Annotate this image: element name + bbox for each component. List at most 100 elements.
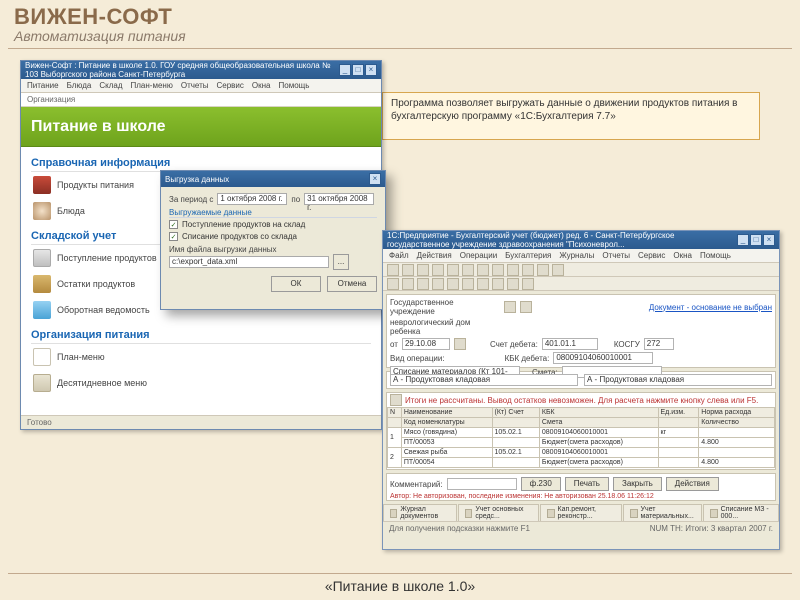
ok-button[interactable]: ОК — [271, 276, 321, 292]
date-to-input[interactable]: 31 октября 2008 г. — [304, 193, 374, 205]
app-window-1c: 1С:Предприятие - Бухгалтерский учет (бюд… — [382, 230, 780, 550]
toolbar-icon[interactable] — [522, 278, 534, 290]
toolbar-icon[interactable] — [492, 264, 504, 276]
date-input[interactable]: 29.10.08 — [402, 338, 450, 350]
maximize-button[interactable]: □ — [352, 64, 364, 76]
titlebar-1c[interactable]: 1С:Предприятие - Бухгалтерский учет (бюд… — [383, 231, 779, 249]
toolbar-icon[interactable] — [507, 264, 519, 276]
dialog-close-button[interactable]: × — [369, 173, 381, 185]
dialog-titlebar[interactable]: Выгрузка данных × — [161, 171, 385, 187]
toolbar-1c-2[interactable] — [383, 277, 779, 291]
menu-item[interactable]: Помощь — [279, 81, 310, 90]
org-label: Государственное учреждение — [390, 298, 500, 316]
menu-item[interactable]: Сервис — [638, 251, 665, 260]
tab-item[interactable]: Учет основных средс... — [458, 504, 539, 521]
toolbar-icon[interactable] — [477, 278, 489, 290]
toolbar-icon[interactable] — [492, 278, 504, 290]
toolbar-icon[interactable] — [402, 264, 414, 276]
toolbar-icon[interactable] — [522, 264, 534, 276]
comment-input[interactable] — [447, 478, 517, 490]
btn-icon[interactable] — [504, 301, 516, 313]
close-doc-button[interactable]: Закрыть — [613, 477, 662, 491]
th: КБК — [539, 408, 658, 418]
menu-item[interactable]: Помощь — [700, 251, 731, 260]
mol-from[interactable]: А - Продуктовая кладовая — [390, 374, 578, 386]
menu-item[interactable]: Действия — [417, 251, 452, 260]
menu-item[interactable]: Склад — [99, 81, 122, 90]
th: Ед.изм. — [658, 408, 699, 418]
date-from-input[interactable]: 1 октября 2008 г. — [217, 193, 287, 205]
cancel-button[interactable]: Отмена — [327, 276, 377, 292]
toolbar-icon[interactable] — [447, 264, 459, 276]
tab-item[interactable]: Кап.ремонт, реконстр... — [540, 504, 622, 521]
menu-item[interactable]: План-меню — [131, 81, 173, 90]
menu-item[interactable]: Окна — [252, 81, 271, 90]
menu-item[interactable]: Бухгалтерия — [505, 251, 551, 260]
toolbar-icon[interactable] — [432, 264, 444, 276]
toolbar-icon[interactable] — [537, 264, 549, 276]
btn-icon[interactable] — [520, 301, 532, 313]
toolbar-icon[interactable] — [462, 278, 474, 290]
print-button[interactable]: Печать — [565, 477, 609, 491]
menu-item[interactable]: Файл — [389, 251, 409, 260]
nav-planmenu[interactable]: План-меню — [31, 344, 371, 370]
tab-item[interactable]: Списание МЗ - 000... — [703, 504, 779, 521]
tab-item[interactable]: Журнал документов — [383, 504, 457, 521]
toolbar-icon[interactable] — [462, 264, 474, 276]
toolbar-icon[interactable] — [477, 264, 489, 276]
actions-button[interactable]: Действия — [666, 477, 719, 491]
table-row[interactable]: ПТ/00054 Бюджет(смета расходов) 4.800 — [388, 458, 775, 468]
box-icon — [33, 275, 51, 293]
menubar-1c[interactable]: Файл Действия Операции Бухгалтерия Журна… — [383, 249, 779, 263]
menu-item[interactable]: Операции — [460, 251, 497, 260]
browse-button[interactable]: ... — [333, 254, 349, 270]
dialog-title: Выгрузка данных — [165, 175, 229, 184]
menu-item[interactable]: Окна — [673, 251, 692, 260]
toolbar-icon[interactable] — [402, 278, 414, 290]
toolbar-icon[interactable] — [447, 278, 459, 290]
toolbar-icon[interactable] — [507, 278, 519, 290]
minimize-button[interactable]: _ — [737, 234, 749, 246]
menu-item[interactable]: Отчеты — [602, 251, 630, 260]
menu-item[interactable]: Питание — [27, 81, 59, 90]
kbk-input[interactable]: 08009104060010001 — [553, 352, 653, 364]
menubar[interactable]: Питание Блюда Склад План-меню Отчеты Сер… — [21, 79, 381, 93]
menu-item[interactable]: Блюда — [67, 81, 92, 90]
nav-tenday[interactable]: Десятидневное меню — [31, 370, 371, 396]
table-row[interactable]: ПТ/00053 Бюджет(смета расходов) 4.800 — [388, 438, 775, 448]
statusbar: Готово — [21, 415, 381, 429]
menu-item[interactable]: Сервис — [217, 81, 244, 90]
toolbar-icon[interactable] — [387, 278, 399, 290]
table-row[interactable]: 2 Свежая рыба 105.02.1 08009104060010001 — [388, 448, 775, 458]
cell: 105.02.1 — [492, 448, 539, 458]
file-path-input[interactable]: c:\export_data.xml — [169, 256, 329, 268]
titlebar[interactable]: Вижен-Софт : Питание в школе 1.0. ГОУ ср… — [21, 61, 381, 79]
toolbar-icon[interactable] — [552, 264, 564, 276]
checkbox-incoming[interactable]: ✓ — [169, 220, 178, 229]
calendar-icon[interactable] — [454, 338, 466, 350]
items-table[interactable]: N Наименование (Кт) Счет КБК Ед.изм. Нор… — [387, 407, 775, 468]
tab-item[interactable]: Учет материальных... — [623, 504, 702, 521]
export-dialog: Выгрузка данных × За период с 1 октября … — [160, 170, 386, 310]
menu-item[interactable]: Журналы — [559, 251, 594, 260]
close-button[interactable]: × — [365, 64, 377, 76]
toolbar-icon[interactable] — [387, 264, 399, 276]
kosgu-input[interactable]: 272 — [644, 338, 674, 350]
app-banner: Питание в школе — [21, 107, 381, 147]
mol-to[interactable]: А - Продуктовая кладовая — [584, 374, 772, 386]
toolbar-icon[interactable] — [417, 264, 429, 276]
doc-basis-link[interactable]: Документ - основание не выбран — [649, 303, 772, 312]
toolbar-icon[interactable] — [417, 278, 429, 290]
close-button[interactable]: × — [763, 234, 775, 246]
acc-input[interactable]: 401.01.1 — [542, 338, 598, 350]
toolbar-1c-1[interactable] — [383, 263, 779, 277]
sheet-icon — [33, 301, 51, 319]
table-row[interactable]: 1 Мясо (говядина) 105.02.1 0800910406001… — [388, 428, 775, 438]
f230-button[interactable]: ф.230 — [521, 477, 561, 491]
checkbox-writeoff[interactable]: ✓ — [169, 232, 178, 241]
toolbar-icon[interactable] — [432, 278, 444, 290]
menu-item[interactable]: Отчеты — [181, 81, 209, 90]
calc-icon[interactable] — [390, 394, 402, 406]
maximize-button[interactable]: □ — [750, 234, 762, 246]
minimize-button[interactable]: _ — [339, 64, 351, 76]
